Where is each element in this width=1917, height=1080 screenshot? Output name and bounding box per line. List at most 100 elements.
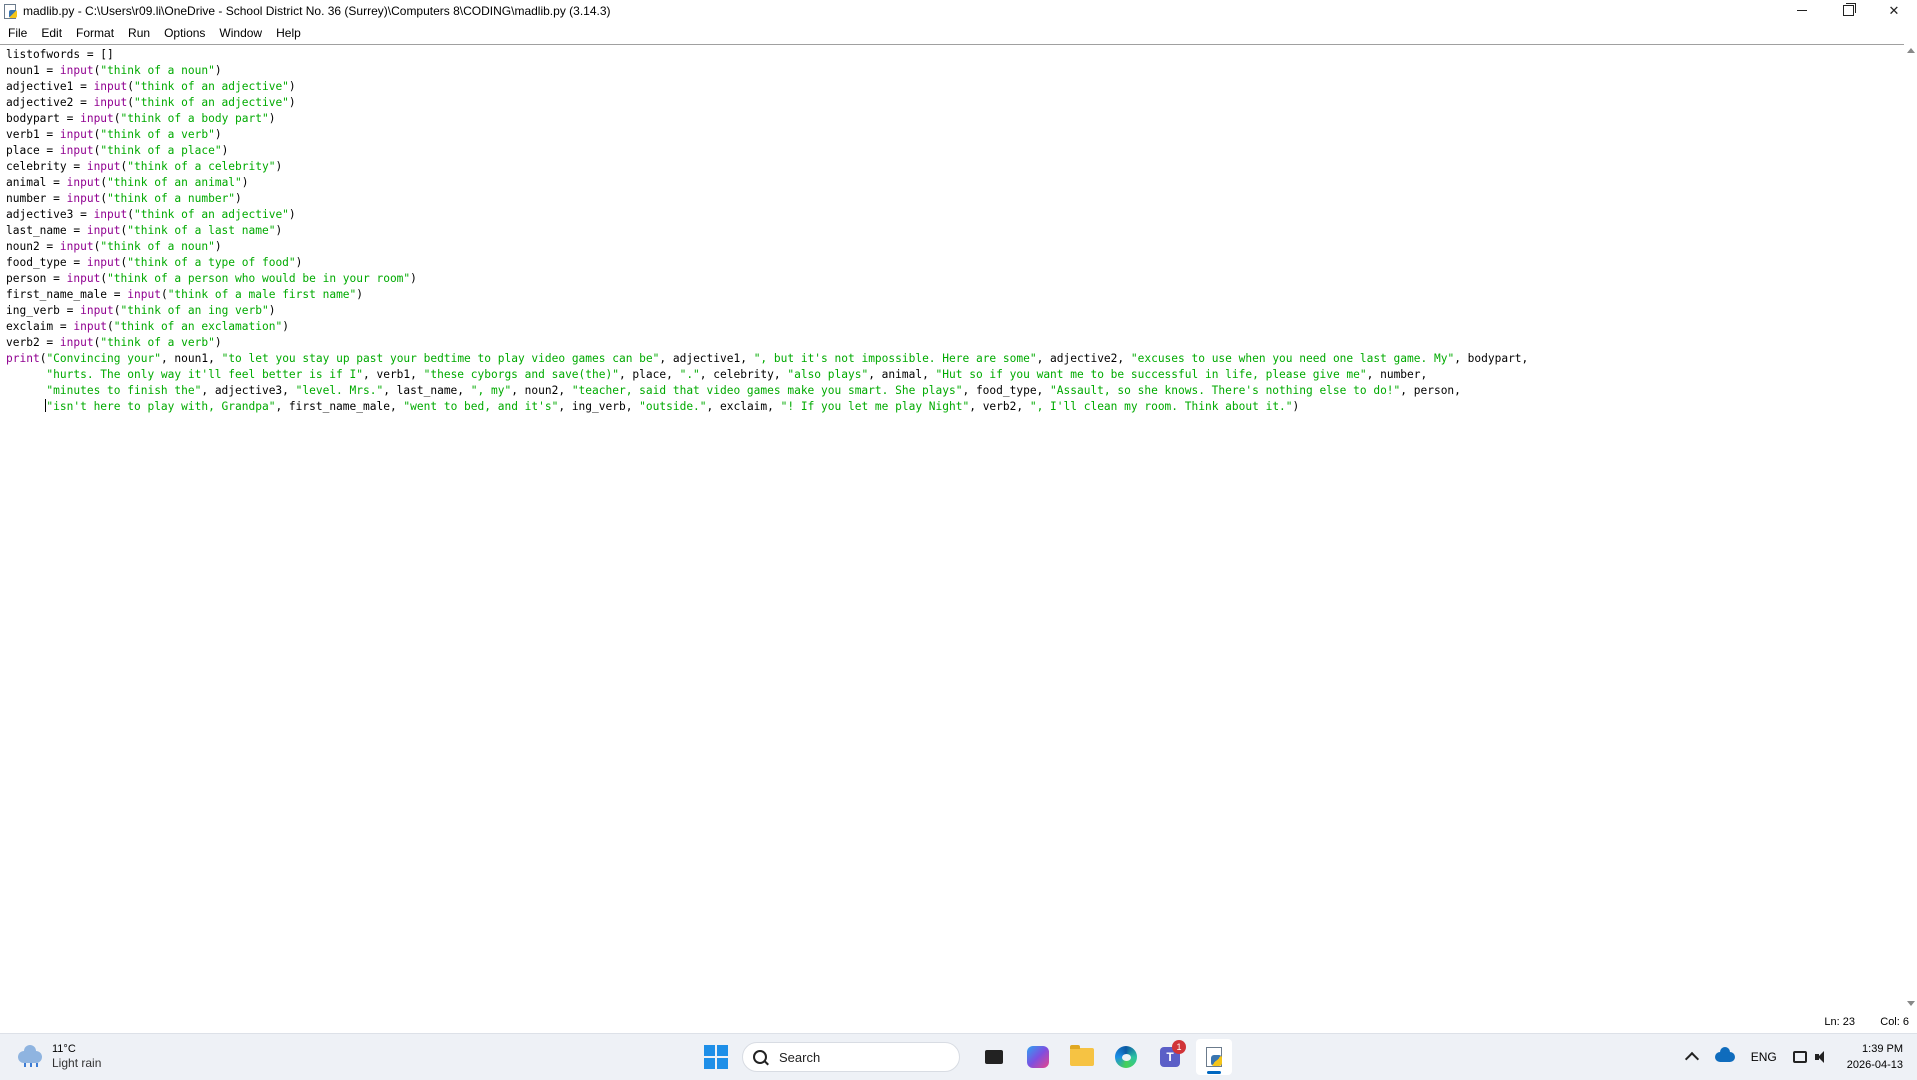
volume-icon[interactable] bbox=[1814, 1051, 1829, 1063]
weather-condition: Light rain bbox=[52, 1056, 102, 1070]
code-line[interactable]: "isn't here to play with, Grandpa", firs… bbox=[6, 399, 1528, 415]
code-editor[interactable]: listofwords = [] noun1 = input("think of … bbox=[0, 44, 1904, 1012]
code-line[interactable]: number = input("think of a number") bbox=[6, 191, 1528, 207]
onedrive-icon[interactable] bbox=[1714, 1047, 1735, 1062]
close-icon: ✕ bbox=[1888, 2, 1900, 18]
code-token: ) bbox=[295, 256, 303, 269]
code-token: ( bbox=[113, 112, 121, 125]
task-view-button[interactable] bbox=[976, 1039, 1012, 1075]
code-line[interactable]: celebrity = input("think of a celebrity"… bbox=[6, 159, 1528, 175]
menu-run[interactable]: Run bbox=[121, 26, 157, 40]
vertical-scrollbar[interactable] bbox=[1904, 44, 1917, 1010]
code-line[interactable]: adjective1 = input("think of an adjectiv… bbox=[6, 79, 1528, 95]
file-explorer-app[interactable] bbox=[1064, 1039, 1100, 1075]
string-token: "think of a celebrity" bbox=[127, 160, 276, 173]
menu-help[interactable]: Help bbox=[269, 26, 308, 40]
code-line[interactable]: food_type = input("think of a type of fo… bbox=[6, 255, 1528, 271]
taskbar-search[interactable]: Search bbox=[742, 1042, 960, 1072]
string-token: "minutes to finish the" bbox=[46, 384, 202, 397]
menu-edit[interactable]: Edit bbox=[34, 26, 69, 40]
code-token: ) bbox=[268, 112, 276, 125]
code-token: , animal, bbox=[868, 368, 936, 381]
code-line[interactable]: last_name = input("think of a last name"… bbox=[6, 223, 1528, 239]
code-line[interactable]: person = input("think of a person who wo… bbox=[6, 271, 1528, 287]
edge-app[interactable] bbox=[1108, 1039, 1144, 1075]
code-token: bodypart = bbox=[6, 112, 81, 125]
code-token: ( bbox=[113, 304, 121, 317]
menu-options[interactable]: Options bbox=[157, 26, 212, 40]
code-token: food_type = bbox=[6, 256, 87, 269]
code-text[interactable]: listofwords = [] noun1 = input("think of … bbox=[6, 47, 1528, 415]
code-line[interactable]: place = input("think of a place") bbox=[6, 143, 1528, 159]
code-token: , person, bbox=[1400, 384, 1461, 397]
code-line[interactable]: print("Convincing your", noun1, "to let … bbox=[6, 351, 1528, 367]
code-line[interactable]: "minutes to finish the", adjective3, "le… bbox=[6, 383, 1528, 399]
idle-file-icon bbox=[4, 3, 18, 19]
weather-widget[interactable]: 11°C Light rain bbox=[16, 1042, 101, 1070]
string-token: "these cyborgs and save(the)" bbox=[423, 368, 619, 381]
clock[interactable]: 1:39 PM 2026-04-13 bbox=[1847, 1041, 1903, 1073]
code-line[interactable]: ing_verb = input("think of an ing verb") bbox=[6, 303, 1528, 319]
string-token: "think of a body part" bbox=[120, 112, 269, 125]
keyword-token: input bbox=[66, 176, 101, 189]
code-line[interactable]: bodypart = input("think of a body part") bbox=[6, 111, 1528, 127]
scroll-up-icon[interactable] bbox=[1907, 48, 1915, 53]
code-token: , verb1, bbox=[363, 368, 424, 381]
string-token: "Convincing your" bbox=[46, 352, 161, 365]
keyword-token: input bbox=[93, 80, 128, 93]
menu-file[interactable]: File bbox=[0, 26, 34, 40]
code-token: ) bbox=[214, 240, 222, 253]
code-token: ) bbox=[214, 64, 222, 77]
string-token: "think of an animal" bbox=[107, 176, 242, 189]
string-token: "to let you stay up past your bedtime to… bbox=[221, 352, 660, 365]
network-icon[interactable] bbox=[1792, 1051, 1807, 1063]
code-token: , bodypart, bbox=[1454, 352, 1529, 365]
keyword-token: input bbox=[93, 96, 128, 109]
string-token: "teacher, said that video games make you… bbox=[571, 384, 963, 397]
string-token: "isn't here to play with, Grandpa" bbox=[46, 400, 276, 413]
string-token: "think of a person who would be in your … bbox=[107, 272, 411, 285]
close-button[interactable]: ✕ bbox=[1871, 0, 1917, 21]
python-idle-app[interactable] bbox=[1196, 1039, 1232, 1075]
code-token: ) bbox=[268, 304, 276, 317]
language-indicator[interactable]: ENG bbox=[1751, 1050, 1777, 1064]
code-line[interactable]: noun2 = input("think of a noun") bbox=[6, 239, 1528, 255]
code-token: ) bbox=[214, 336, 222, 349]
code-token: animal = bbox=[6, 176, 67, 189]
teams-app[interactable]: T 1 bbox=[1152, 1039, 1188, 1075]
menu-format[interactable]: Format bbox=[69, 26, 121, 40]
menu-window[interactable]: Window bbox=[212, 26, 269, 40]
string-token: ", but it's not impossible. Here are som… bbox=[753, 352, 1037, 365]
minimize-icon bbox=[1797, 10, 1807, 11]
code-line[interactable]: listofwords = [] bbox=[6, 47, 1528, 63]
code-line[interactable]: noun1 = input("think of a noun") bbox=[6, 63, 1528, 79]
show-hidden-icons-icon[interactable] bbox=[1684, 1051, 1699, 1067]
window-title: madlib.py - C:\Users\r09.li\OneDrive - S… bbox=[23, 3, 611, 18]
code-line[interactable]: first_name_male = input("think of a male… bbox=[6, 287, 1528, 303]
code-line[interactable]: exclaim = input("think of an exclamation… bbox=[6, 319, 1528, 335]
code-token: ( bbox=[160, 288, 168, 301]
m365-app[interactable] bbox=[1020, 1039, 1056, 1075]
minimize-button[interactable] bbox=[1779, 0, 1825, 21]
code-line[interactable]: adjective3 = input("think of an adjectiv… bbox=[6, 207, 1528, 223]
code-line[interactable]: animal = input("think of an animal") bbox=[6, 175, 1528, 191]
code-line[interactable]: verb1 = input("think of a verb") bbox=[6, 127, 1528, 143]
maximize-button[interactable] bbox=[1825, 0, 1871, 21]
code-token: , verb2, bbox=[969, 400, 1030, 413]
code-token: ) bbox=[1292, 400, 1300, 413]
code-line[interactable]: verb2 = input("think of a verb") bbox=[6, 335, 1528, 351]
string-token: "think of an adjective" bbox=[134, 208, 289, 221]
code-token: , adjective1, bbox=[659, 352, 754, 365]
start-button[interactable] bbox=[704, 1045, 728, 1069]
code-token: ( bbox=[127, 80, 134, 93]
rain-cloud-icon bbox=[16, 1045, 44, 1067]
scroll-down-icon[interactable] bbox=[1907, 1001, 1915, 1006]
string-token: ", I'll clean my room. Think about it." bbox=[1029, 400, 1293, 413]
code-line[interactable]: "hurts. The only way it'll feel better i… bbox=[6, 367, 1528, 383]
code-token: listofwords = [] bbox=[6, 48, 114, 61]
code-token: verb2 = bbox=[6, 336, 60, 349]
code-token: verb1 = bbox=[6, 128, 60, 141]
code-line[interactable]: adjective2 = input("think of an adjectiv… bbox=[6, 95, 1528, 111]
